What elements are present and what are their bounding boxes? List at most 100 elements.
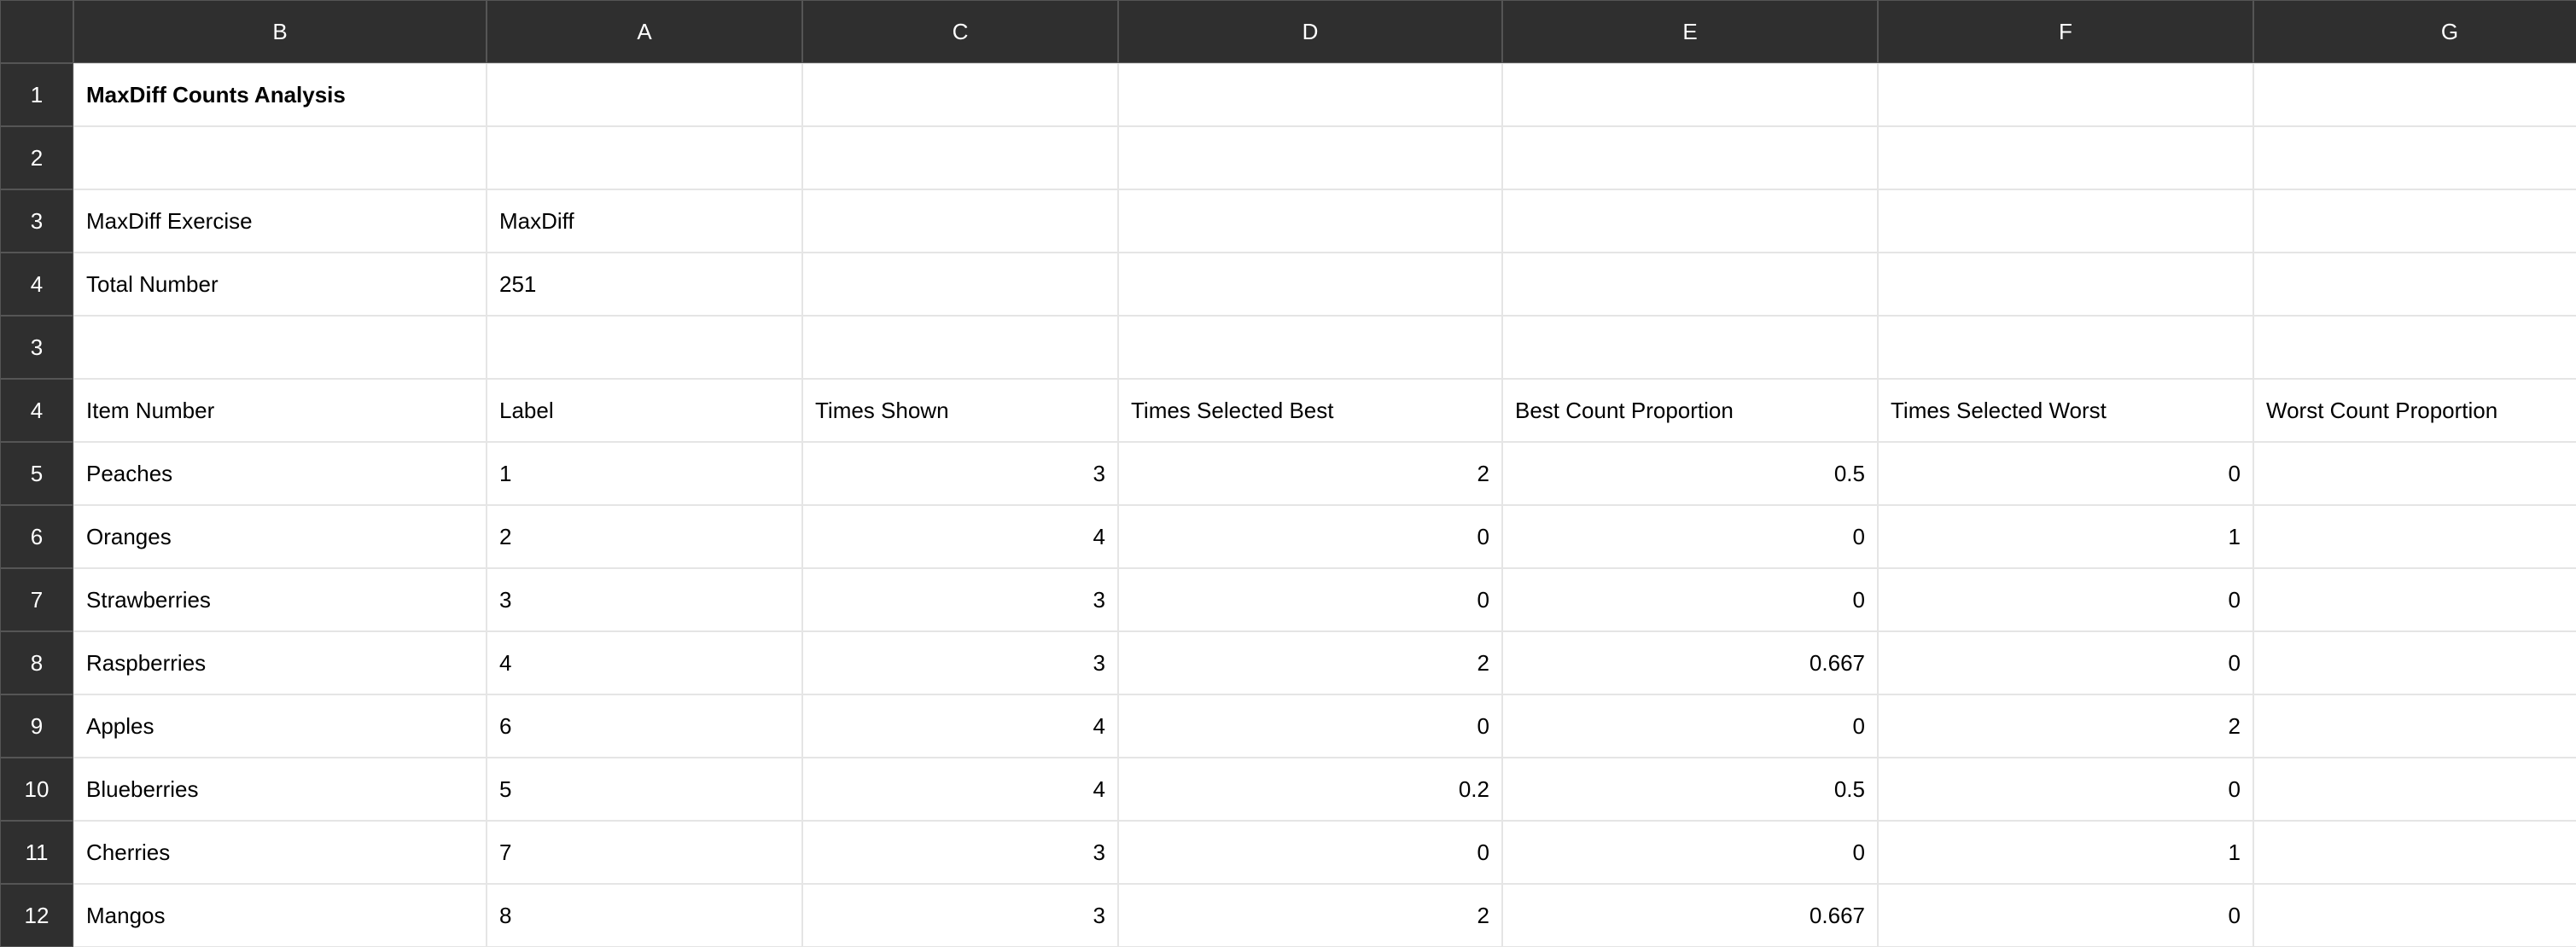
cell-times-best[interactable]: 0 [1118,694,1502,758]
cell[interactable] [73,316,487,379]
row-header[interactable]: 11 [0,821,73,884]
cell-header-label[interactable]: Label [487,379,802,442]
row-header[interactable]: 1 [0,63,73,126]
cell-header-times-best[interactable]: Times Selected Best [1118,379,1502,442]
cell-item-name[interactable]: Oranges [73,505,487,568]
cell-best-prop[interactable]: 0.667 [1502,631,1878,694]
cell-item-name[interactable]: Strawberries [73,568,487,631]
cell-total-label[interactable]: Total Number [73,253,487,316]
cell-item-name[interactable]: Peaches [73,442,487,505]
cell-item-name[interactable]: Cherries [73,821,487,884]
cell[interactable] [2253,316,2576,379]
cell[interactable] [1502,189,1878,253]
cell-worst-prop[interactable]: 0 [2253,568,2576,631]
cell[interactable] [1878,253,2253,316]
cell-times-best[interactable]: 0 [1118,821,1502,884]
cell-worst-prop[interactable]: 0.667 [2253,694,2576,758]
cell-times-worst[interactable]: 1 [1878,505,2253,568]
cell-times-best[interactable]: 0.2 [1118,758,1502,821]
cell-times-shown[interactable]: 4 [802,758,1118,821]
cell-times-shown[interactable]: 3 [802,568,1118,631]
cell-times-shown[interactable]: 3 [802,821,1118,884]
cell-times-shown[interactable]: 3 [802,631,1118,694]
row-header[interactable]: 5 [0,442,73,505]
cell-best-prop[interactable]: 0 [1502,694,1878,758]
cell[interactable] [2253,189,2576,253]
cell-times-worst[interactable]: 0 [1878,631,2253,694]
row-header[interactable]: 12 [0,884,73,947]
cell-times-shown[interactable]: 3 [802,442,1118,505]
cell-header-times-worst[interactable]: Times Selected Worst [1878,379,2253,442]
cell-item-label[interactable]: 3 [487,568,802,631]
cell[interactable] [802,189,1118,253]
cell-exercise-label[interactable]: MaxDiff Exercise [73,189,487,253]
cell[interactable] [2253,126,2576,189]
cell[interactable] [1118,253,1502,316]
col-header-B[interactable]: B [73,0,487,63]
cell-times-worst[interactable]: 0 [1878,884,2253,947]
cell-times-worst[interactable]: 2 [1878,694,2253,758]
cell[interactable] [73,126,487,189]
cell-worst-prop[interactable]: 0 [2253,631,2576,694]
row-header[interactable]: 2 [0,126,73,189]
cell-times-shown[interactable]: 3 [802,884,1118,947]
col-header-D[interactable]: D [1118,0,1502,63]
cell[interactable] [1878,189,2253,253]
cell-item-label[interactable]: 1 [487,442,802,505]
cell-title[interactable]: MaxDiff Counts Analysis [73,63,487,126]
cell-best-prop[interactable]: 0.667 [1502,884,1878,947]
cell-item-label[interactable]: 5 [487,758,802,821]
col-header-C[interactable]: C [802,0,1118,63]
cell[interactable] [1118,63,1502,126]
cell-item-label[interactable]: 4 [487,631,802,694]
cell[interactable] [1118,189,1502,253]
cell-item-label[interactable]: 8 [487,884,802,947]
row-header[interactable]: 4 [0,379,73,442]
cell-item-label[interactable]: 7 [487,821,802,884]
cell[interactable] [802,316,1118,379]
cell[interactable] [2253,63,2576,126]
cell[interactable] [487,126,802,189]
row-header[interactable]: 9 [0,694,73,758]
cell[interactable] [1502,253,1878,316]
cell-best-prop[interactable]: 0.5 [1502,758,1878,821]
corner-cell[interactable] [0,0,73,63]
row-header[interactable]: 6 [0,505,73,568]
cell-worst-prop[interactable]: 0.333 [2253,821,2576,884]
cell-times-best[interactable]: 0 [1118,568,1502,631]
cell[interactable] [2253,253,2576,316]
cell-times-best[interactable]: 2 [1118,631,1502,694]
cell-item-name[interactable]: Raspberries [73,631,487,694]
col-header-G[interactable]: G [2253,0,2576,63]
cell-times-worst[interactable]: 0 [1878,758,2253,821]
col-header-E[interactable]: E [1502,0,1878,63]
cell-times-shown[interactable]: 4 [802,694,1118,758]
row-header[interactable]: 8 [0,631,73,694]
cell-exercise-value[interactable]: MaxDiff [487,189,802,253]
row-header[interactable]: 10 [0,758,73,821]
cell-best-prop[interactable]: 0 [1502,821,1878,884]
cell[interactable] [1878,63,2253,126]
cell-item-label[interactable]: 2 [487,505,802,568]
row-header[interactable]: 4 [0,253,73,316]
cell-total-value[interactable]: 251 [487,253,802,316]
cell-times-best[interactable]: 0 [1118,505,1502,568]
cell-item-name[interactable]: Blueberries [73,758,487,821]
cell-times-worst[interactable]: 0 [1878,568,2253,631]
cell[interactable] [1118,126,1502,189]
row-header[interactable]: 7 [0,568,73,631]
col-header-A[interactable]: A [487,0,802,63]
cell[interactable] [1878,316,2253,379]
cell-times-worst[interactable]: 1 [1878,821,2253,884]
row-header[interactable]: 3 [0,316,73,379]
cell-times-best[interactable]: 2 [1118,442,1502,505]
cell-worst-prop[interactable]: 0 [2253,884,2576,947]
cell[interactable] [802,126,1118,189]
cell[interactable] [487,316,802,379]
cell[interactable] [1502,63,1878,126]
cell-times-worst[interactable]: 0 [1878,442,2253,505]
cell[interactable] [1502,316,1878,379]
cell-worst-prop[interactable]: 0.333 [2253,505,2576,568]
cell-times-best[interactable]: 2 [1118,884,1502,947]
row-header[interactable]: 3 [0,189,73,253]
